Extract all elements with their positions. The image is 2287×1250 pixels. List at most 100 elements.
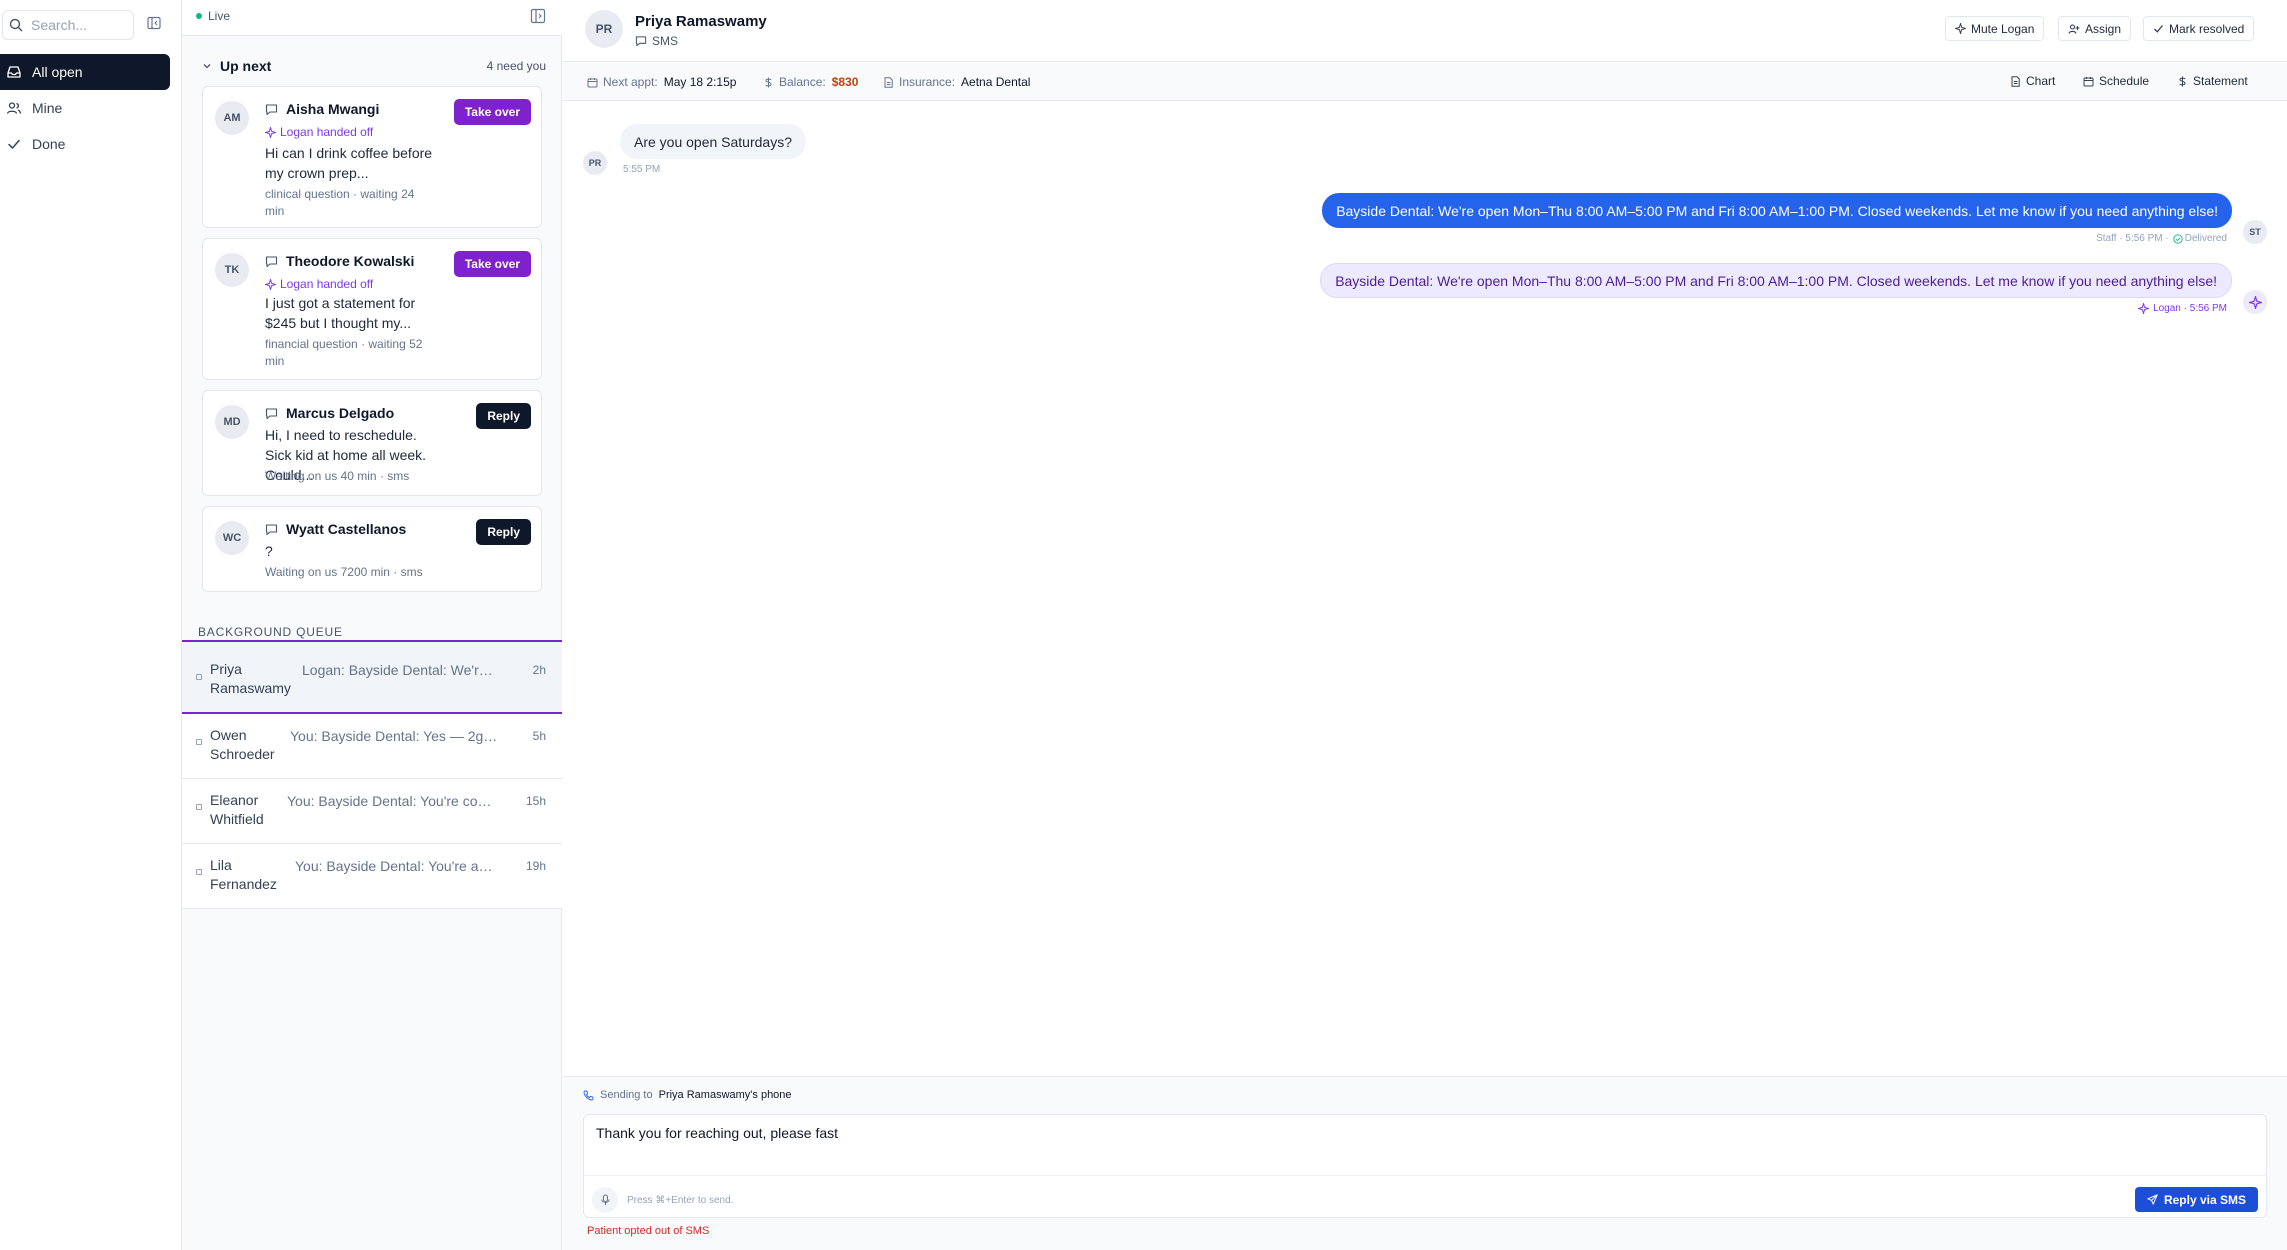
user-plus-icon	[2068, 23, 2080, 34]
card-name-text: Marcus Delgado	[286, 405, 395, 421]
panel-toggle-button[interactable]	[530, 8, 546, 24]
panel-toggle-icon	[530, 8, 546, 24]
queue-card[interactable]: MD Marcus Delgado Hi, I need to reschedu…	[202, 390, 542, 496]
queue-card[interactable]: AM Aisha Mwangi Logan handed off Hi can …	[202, 86, 542, 228]
nav-item-mine[interactable]: Mine	[0, 90, 170, 126]
chat-bubble-icon	[635, 36, 647, 47]
outgoing-staff-message: Bayside Dental: We're open Mon–Thu 8:00 …	[1322, 193, 2232, 228]
bq-row-age: 19h	[525, 859, 546, 873]
sparkle-icon	[1955, 23, 1966, 34]
nav-item-all-open[interactable]: All open	[0, 54, 170, 90]
search-box[interactable]	[2, 10, 134, 40]
send-hint: Press ⌘+Enter to send.	[627, 1195, 734, 1206]
handoff-badge: Logan handed off	[265, 277, 373, 291]
sparkle-icon	[265, 126, 276, 138]
chart-label: Chart	[2026, 74, 2056, 88]
outgoing-ai-message: Bayside Dental: We're open Mon–Thu 8:00 …	[1320, 263, 2232, 298]
check-circle-icon	[2173, 233, 2183, 244]
users-icon	[6, 102, 22, 114]
card-meta: Waiting on us 7200 min · sms	[265, 565, 423, 579]
avatar: ST	[2243, 220, 2267, 244]
nav-item-label: Done	[32, 136, 66, 152]
chat-bubble-icon	[265, 523, 278, 535]
conversation-pane: PR Priya Ramaswamy SMS Mute Logan Assign…	[563, 0, 2287, 1250]
left-nav: All open Mine Done	[0, 0, 182, 1250]
up-next-title: Up next	[220, 58, 272, 74]
bq-row-name: Owen Schroeder	[210, 727, 275, 762]
chart-button[interactable]: Chart	[2010, 74, 2055, 88]
status-square-icon	[196, 804, 202, 810]
ai-avatar	[2243, 290, 2267, 314]
bq-row-age: 15h	[525, 794, 546, 808]
calendar-icon	[2083, 76, 2094, 86]
background-queue-row[interactable]: Owen Schroeder You: Bayside Dental: Yes …	[182, 714, 562, 779]
message-meta: Logan · 5:56 PM	[2138, 303, 2227, 314]
reply-button[interactable]: Reply	[476, 519, 531, 545]
patient-info-bar: Next appt: May 18 2:15p Balance: $830 In…	[563, 63, 2287, 101]
check-icon	[8, 139, 20, 149]
mark-resolved-button[interactable]: Mark resolved	[2143, 16, 2255, 41]
avatar: PR	[585, 10, 623, 48]
mute-label: Mute Logan	[1971, 21, 2035, 36]
bq-row-name: Priya Ramaswamy	[210, 661, 291, 696]
composer: Sending to Priya Ramaswamy's phone Thank…	[563, 1076, 2287, 1250]
message-meta: Staff · 5:56 PM · Delivered	[2096, 233, 2227, 244]
reply-textarea[interactable]: Thank you for reaching out, please fast	[596, 1125, 2236, 1165]
sending-to-value: Priya Ramaswamy's phone	[658, 1089, 792, 1101]
take-over-button[interactable]: Take over	[453, 99, 531, 125]
card-name-text: Aisha Mwangi	[286, 101, 380, 117]
delivery-status: Delivered	[2184, 233, 2227, 244]
sending-to-label: Sending to	[600, 1089, 653, 1101]
next-appointment: Next appt: May 18 2:15p	[587, 75, 736, 89]
message-meta-text: Staff · 5:56 PM ·	[2096, 233, 2169, 244]
voice-input-button[interactable]	[592, 1187, 618, 1213]
composer-divider	[584, 1175, 2266, 1176]
send-label: Reply via SMS	[2163, 1192, 2246, 1207]
nav-item-label: Mine	[32, 100, 63, 116]
next-appt-label: Next appt:	[603, 75, 658, 89]
nav-item-done[interactable]: Done	[0, 126, 170, 162]
avatar: PR	[583, 151, 607, 175]
check-icon	[2154, 25, 2164, 33]
balance-label: Balance:	[779, 75, 826, 89]
live-label: Live	[208, 9, 231, 23]
sidebar-collapse-button[interactable]	[147, 16, 161, 30]
schedule-label: Schedule	[2099, 74, 2150, 88]
up-next-header[interactable]: Up next 4 need you	[202, 58, 546, 74]
search-input[interactable]	[31, 17, 131, 33]
bq-row-preview: Logan: Bayside Dental: We're open Mon–Th…	[302, 662, 497, 678]
background-queue-row[interactable]: Eleanor Whitfield You: Bayside Dental: Y…	[182, 779, 562, 844]
phone-icon	[583, 1090, 594, 1100]
card-message: Hi can I drink coffee before my crown pr…	[265, 145, 433, 181]
assign-button[interactable]: Assign	[2058, 16, 2132, 41]
dollar-icon	[765, 77, 772, 87]
queue-card[interactable]: TK Theodore Kowalski Logan handed off I …	[202, 238, 542, 380]
background-queue-row[interactable]: Priya Ramaswamy Logan: Bayside Dental: W…	[182, 640, 562, 714]
sending-to: Sending to Priya Ramaswamy's phone	[583, 1089, 792, 1101]
sparkle-icon	[2138, 303, 2150, 314]
schedule-button[interactable]: Schedule	[2083, 74, 2149, 88]
background-queue-row[interactable]: Lila Fernandez You: Bayside Dental: You'…	[182, 844, 562, 909]
document-icon	[884, 76, 893, 88]
document-icon	[2011, 75, 2020, 87]
avatar: TK	[215, 253, 249, 287]
mute-logan-button[interactable]: Mute Logan	[1945, 16, 2045, 41]
calendar-icon	[587, 77, 598, 87]
handoff-text: Logan handed off	[280, 277, 374, 291]
avatar: MD	[215, 405, 249, 439]
dollar-icon	[2179, 76, 2186, 86]
reply-button[interactable]: Reply	[476, 403, 531, 429]
conversation-header: PR Priya Ramaswamy SMS Mute Logan Assign…	[563, 0, 2287, 62]
card-name-text: Wyatt Castellanos	[286, 521, 407, 537]
incoming-message: Are you open Saturdays?	[620, 124, 806, 159]
queue-card[interactable]: WC Wyatt Castellanos ? Waiting on us 720…	[202, 506, 542, 592]
reply-via-sms-button[interactable]: Reply via SMS	[2134, 1187, 2258, 1212]
sms-opt-out-warning: Patient opted out of SMS	[587, 1225, 710, 1237]
statement-button[interactable]: Statement	[2177, 74, 2248, 88]
chevron-down-icon	[203, 64, 211, 69]
bq-row-name: Lila Fernandez	[210, 857, 277, 892]
up-next-count: 4 need you	[486, 59, 546, 73]
channel-text: SMS	[652, 34, 679, 48]
bq-row-age: 5h	[532, 729, 546, 743]
take-over-button[interactable]: Take over	[453, 251, 531, 277]
